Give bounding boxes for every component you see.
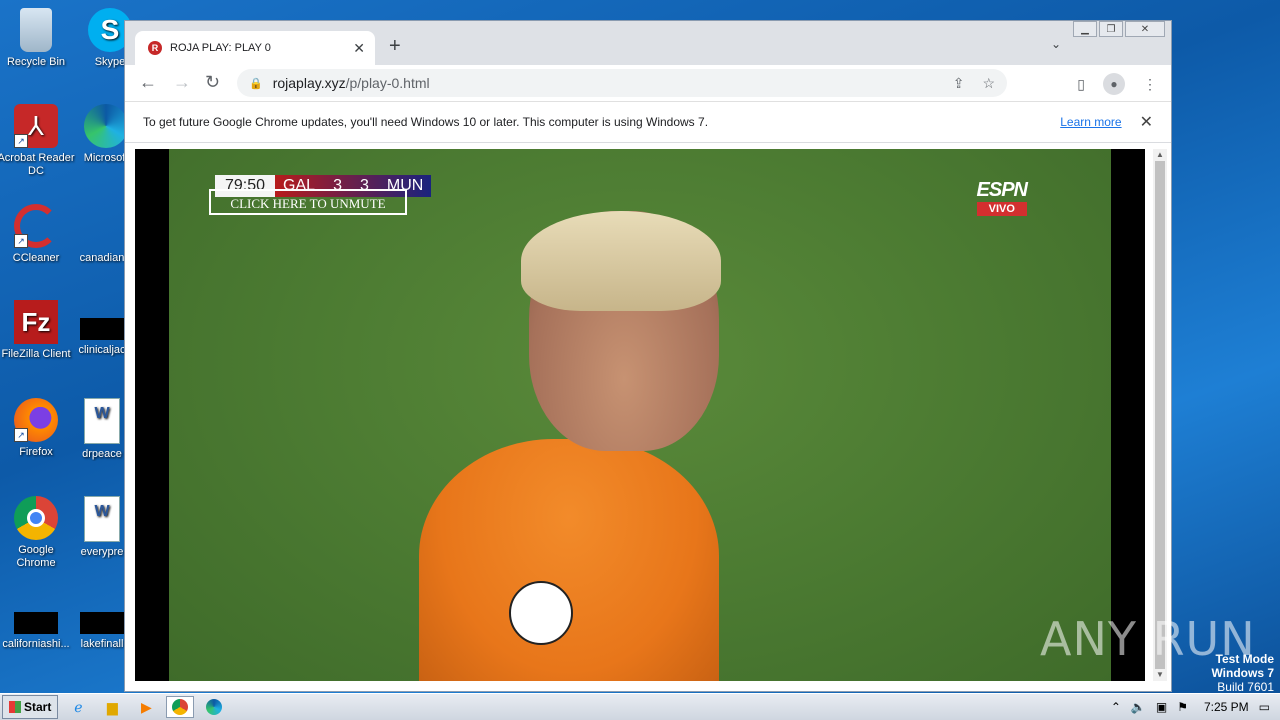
menu-kebab-icon[interactable]: ⋮ — [1143, 76, 1157, 93]
desktop-icon-label: Acrobat Reader DC — [0, 152, 75, 177]
url-path: /p/play-0.html — [345, 75, 430, 91]
page-scrollbar[interactable]: ▲ ▼ — [1153, 149, 1167, 681]
desktop-icon-label: Google Chrome — [16, 544, 56, 569]
media-player-icon[interactable]: ▶ — [132, 696, 160, 718]
espn-logo: ESPN VIVO — [976, 179, 1028, 216]
address-bar[interactable]: 🔒 rojaplay.xyz/p/play-0.html ⇪ ☆ — [237, 69, 1007, 97]
desktop-icon-recycle-bin[interactable]: Recycle Bin — [0, 8, 76, 69]
side-panel-icon[interactable]: ▯ — [1077, 76, 1085, 93]
share-icon[interactable]: ⇪ — [953, 75, 965, 92]
tab-title: ROJA PLAY: PLAY 0 — [170, 42, 271, 54]
browser-tab[interactable]: R ROJA PLAY: PLAY 0 ✕ — [135, 31, 375, 65]
windows-logo-icon — [9, 701, 21, 713]
reload-icon[interactable]: ↻ — [205, 72, 220, 93]
forward-icon[interactable]: → — [173, 72, 191, 93]
champions-league-badge-icon — [509, 581, 573, 645]
unmute-button[interactable]: CLICK HERE TO UNMUTE — [209, 189, 407, 215]
show-hidden-icons-icon[interactable]: ⌃ — [1111, 700, 1121, 714]
taskbar-clock[interactable]: 7:25 PM — [1204, 700, 1249, 714]
shortcut-arrow-icon: ↗ — [14, 428, 28, 442]
internet-explorer-icon[interactable]: ℯ — [64, 696, 92, 718]
acrobat-icon: ⅄ ↗ — [14, 104, 58, 148]
file-icon — [80, 318, 124, 340]
word-document-icon: W — [84, 398, 120, 444]
system-tray: ⌃ 🔈 ▣ ⚑ 7:25 PM ▭ — [1111, 700, 1270, 714]
profile-avatar-icon[interactable]: ● — [1103, 73, 1125, 95]
chrome-icon — [14, 496, 58, 540]
show-desktop-icon[interactable]: ▭ — [1259, 700, 1270, 714]
start-label: Start — [24, 700, 52, 714]
word-document-icon: W — [84, 496, 120, 542]
desktop-icon-label: Recycle Bin — [6, 56, 66, 68]
minimize-button[interactable]: ▁ — [1073, 21, 1097, 37]
action-center-flag-icon[interactable]: ⚑ — [1177, 700, 1188, 714]
window-caption-buttons: ▁ ❐ ✕ — [1073, 21, 1165, 37]
tab-favicon-icon: R — [148, 41, 162, 55]
browser-window: ▁ ❐ ✕ R ROJA PLAY: PLAY 0 ✕ + ⌄ ← → ↻ 🔒 … — [124, 20, 1172, 692]
ccleaner-icon: ↗ — [14, 204, 58, 248]
espn-wordmark: ESPN — [976, 179, 1028, 201]
shortcut-arrow-icon: ↗ — [14, 134, 28, 148]
taskbar: Start ℯ ▆ ▶ ⌃ 🔈 ▣ ⚑ 7:25 PM ▭ — [0, 693, 1280, 720]
player-jersey — [419, 439, 719, 681]
bookmark-star-icon[interactable]: ☆ — [982, 75, 995, 92]
lock-icon: 🔒 — [249, 77, 263, 90]
page-content: 79:50 GAL 3 3 MUN CLICK HERE TO UNMUTE E… — [125, 143, 1171, 691]
tab-search-icon[interactable]: ⌄ — [1051, 37, 1061, 51]
file-explorer-icon[interactable]: ▆ — [98, 696, 126, 718]
file-icon — [14, 612, 58, 634]
back-icon[interactable]: ← — [139, 72, 157, 93]
firefox-icon: ↗ — [14, 398, 58, 442]
watermark-line2: Windows 7 — [1211, 666, 1274, 680]
scrollbar-thumb[interactable] — [1155, 161, 1165, 669]
watermark-line3: Build 7601 — [1217, 680, 1274, 694]
close-window-button[interactable]: ✕ — [1125, 21, 1165, 37]
video-player[interactable]: 79:50 GAL 3 3 MUN CLICK HERE TO UNMUTE E… — [135, 149, 1145, 681]
recycle-bin-icon — [20, 8, 52, 52]
live-badge: VIVO — [976, 202, 1027, 216]
url-host: rojaplay.xyz — [272, 75, 346, 91]
learn-more-link[interactable]: Learn more — [1060, 115, 1121, 129]
player-hair — [521, 211, 721, 311]
scroll-up-icon[interactable]: ▲ — [1153, 149, 1167, 161]
watermark-line1: Test Mode — [1215, 652, 1274, 666]
chrome-taskbar-icon[interactable] — [166, 696, 195, 718]
infobar-close-icon[interactable]: ✕ — [1140, 112, 1153, 132]
volume-icon[interactable]: 🔈 — [1131, 700, 1146, 714]
desktop-icon-acrobat[interactable]: ⅄ ↗ Acrobat Reader DC — [0, 104, 76, 178]
scroll-down-icon[interactable]: ▼ — [1153, 669, 1167, 681]
video-frame: 79:50 GAL 3 3 MUN CLICK HERE TO UNMUTE E… — [169, 149, 1111, 681]
browser-toolbar: ← → ↻ 🔒 rojaplay.xyz/p/play-0.html ⇪ ☆ ▯… — [125, 65, 1171, 101]
edge-icon — [84, 104, 128, 148]
file-icon — [80, 204, 124, 248]
start-button[interactable]: Start — [2, 695, 59, 719]
new-tab-icon[interactable]: + — [389, 35, 401, 58]
infobar-message: To get future Google Chrome updates, you… — [143, 115, 709, 129]
network-icon[interactable]: ▣ — [1156, 700, 1167, 714]
file-icon — [80, 612, 124, 634]
filezilla-icon: Fz — [14, 300, 58, 344]
update-infobar: To get future Google Chrome updates, you… — [125, 101, 1171, 143]
shortcut-arrow-icon: ↗ — [14, 234, 28, 248]
restore-button[interactable]: ❐ — [1099, 21, 1123, 37]
test-mode-watermark: Test Mode Windows 7 Build 7601 — [1211, 652, 1274, 694]
edge-taskbar-icon[interactable] — [200, 696, 228, 718]
close-tab-icon[interactable]: ✕ — [353, 40, 365, 57]
